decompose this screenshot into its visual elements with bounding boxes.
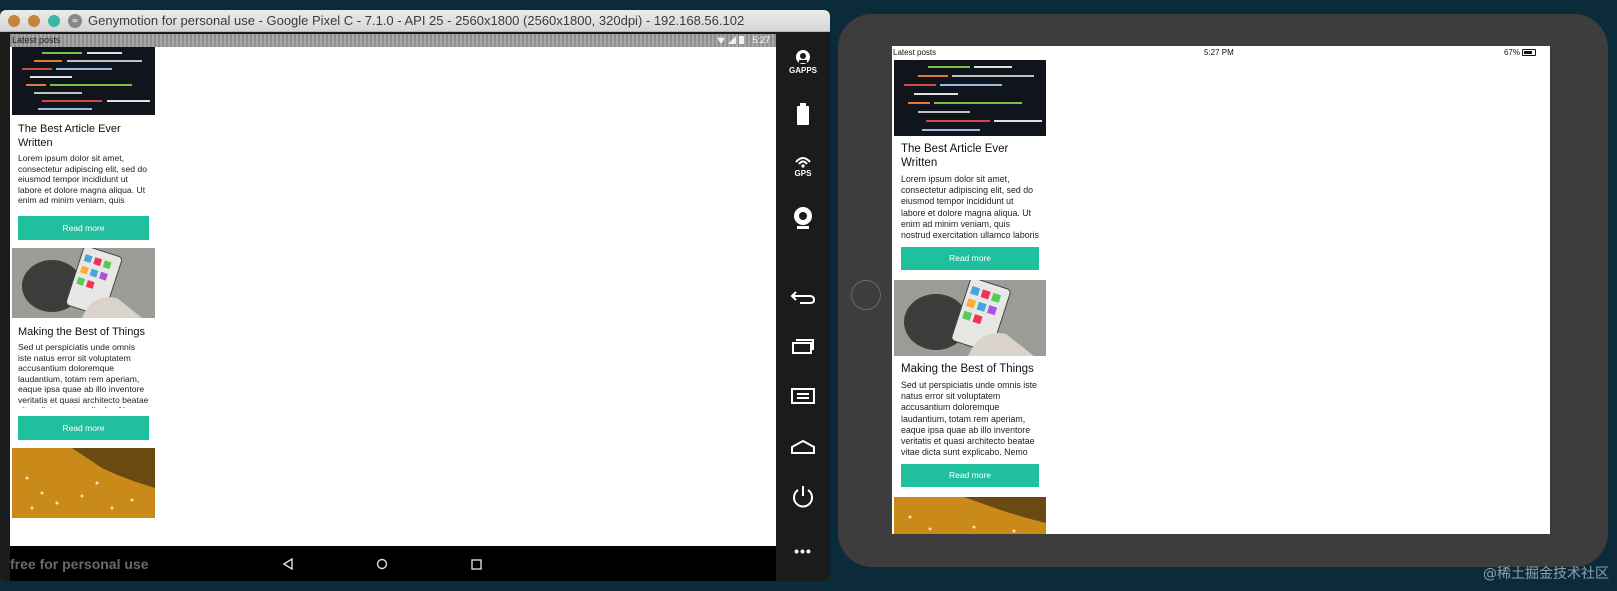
gapps-button[interactable]: GAPPS xyxy=(776,42,830,82)
post-title: Making the Best of Things xyxy=(901,363,1034,375)
post-excerpt: Lorem ipsum dolor sit amet, consectetur … xyxy=(18,153,147,208)
read-more-button[interactable]: Read more xyxy=(18,416,149,440)
ipad-home-button[interactable] xyxy=(851,280,881,310)
more-button[interactable]: ••• xyxy=(776,530,830,570)
post-feed[interactable]: The Best Article Ever Written Lorem ipsu… xyxy=(12,47,155,518)
ipad-post-feed[interactable]: The Best Article Ever Written Lorem ipsu… xyxy=(894,60,1046,534)
battery-button[interactable] xyxy=(776,94,830,134)
back-button[interactable] xyxy=(776,277,830,317)
gps-button[interactable]: GPS xyxy=(776,147,830,187)
signal-icon xyxy=(728,36,736,44)
webcam-button[interactable] xyxy=(776,198,830,238)
battery-status-icon xyxy=(739,36,744,44)
ipad-simulator: Latest posts 5:27 PM 67% The Best Articl… xyxy=(838,14,1608,567)
android-nav-bar: free for personal use xyxy=(10,546,776,581)
android-screen[interactable]: Latest posts 5:27 The Best Article Ever … xyxy=(10,34,776,546)
wifi-icon xyxy=(717,37,725,44)
home-button[interactable] xyxy=(776,427,830,467)
ios-status-bar: Latest posts 5:27 PM 67% xyxy=(892,46,1550,60)
ipad-screen[interactable]: Latest posts 5:27 PM 67% The Best Articl… xyxy=(892,46,1550,534)
close-window-button[interactable] xyxy=(8,15,20,27)
gapps-label: GAPPS xyxy=(788,66,817,75)
genymotion-window: ∞ Genymotion for personal use - Google P… xyxy=(0,10,830,581)
power-button[interactable] xyxy=(776,477,830,517)
post-excerpt: Sed ut perspiciatis unde omnis iste natu… xyxy=(901,380,1037,458)
home-circle-icon xyxy=(376,558,388,570)
post-title: The Best Article Ever Written xyxy=(18,123,121,149)
home-icon xyxy=(791,439,815,454)
back-icon xyxy=(790,291,816,304)
recent-apps-icon xyxy=(792,339,814,354)
site-watermark: @稀土掘金技术社区 xyxy=(1483,566,1609,582)
post-title: Making the Best of Things xyxy=(18,326,145,338)
android-status-bar: Latest posts 5:27 xyxy=(10,34,776,47)
post-image-code xyxy=(12,47,155,115)
power-icon xyxy=(793,486,813,508)
post-image-code xyxy=(894,60,1046,136)
post-title: The Best Article Ever Written xyxy=(901,143,1009,169)
more-icon: ••• xyxy=(794,542,812,559)
overview-square-icon xyxy=(470,558,482,570)
status-time: 5:27 xyxy=(752,35,770,45)
ios-status-time: 5:27 PM xyxy=(1204,48,1234,57)
nav-home-button[interactable] xyxy=(372,554,392,574)
personal-use-watermark: free for personal use xyxy=(10,556,149,572)
post-excerpt: Sed ut perspiciatis unde omnis iste natu… xyxy=(18,342,149,408)
ios-battery-icon xyxy=(1522,49,1536,56)
post-image-phone xyxy=(12,248,155,318)
window-title: Genymotion for personal use - Google Pix… xyxy=(88,13,745,28)
gapps-icon xyxy=(796,50,810,64)
maximize-window-button[interactable] xyxy=(48,15,60,27)
ios-battery-percent: 67% xyxy=(1503,48,1520,57)
nav-overview-button[interactable] xyxy=(466,554,486,574)
menu-button[interactable] xyxy=(776,376,830,416)
genymotion-logo-icon: ∞ xyxy=(68,14,82,28)
menu-icon xyxy=(791,388,815,404)
back-triangle-icon xyxy=(283,558,293,570)
post-image-map xyxy=(12,448,155,518)
post-excerpt: Lorem ipsum dolor sit amet, consectetur … xyxy=(901,174,1039,241)
status-app-label: Latest posts xyxy=(12,35,61,45)
read-more-button[interactable]: Read more xyxy=(901,464,1039,487)
genymotion-sidebar: GAPPS GPS ••• xyxy=(776,34,830,581)
post-image-phone xyxy=(894,280,1046,356)
webcam-icon xyxy=(794,207,812,229)
battery-icon xyxy=(797,103,809,125)
minimize-window-button[interactable] xyxy=(28,15,40,27)
recent-apps-button[interactable] xyxy=(776,326,830,366)
nav-back-button[interactable] xyxy=(278,554,298,574)
title-bar[interactable]: ∞ Genymotion for personal use - Google P… xyxy=(0,10,830,32)
gps-icon xyxy=(795,157,811,168)
post-image-map xyxy=(894,497,1046,534)
gps-label: GPS xyxy=(794,169,812,178)
read-more-button[interactable]: Read more xyxy=(901,247,1039,270)
read-more-button[interactable]: Read more xyxy=(18,216,149,240)
ios-status-label: Latest posts xyxy=(893,48,937,57)
